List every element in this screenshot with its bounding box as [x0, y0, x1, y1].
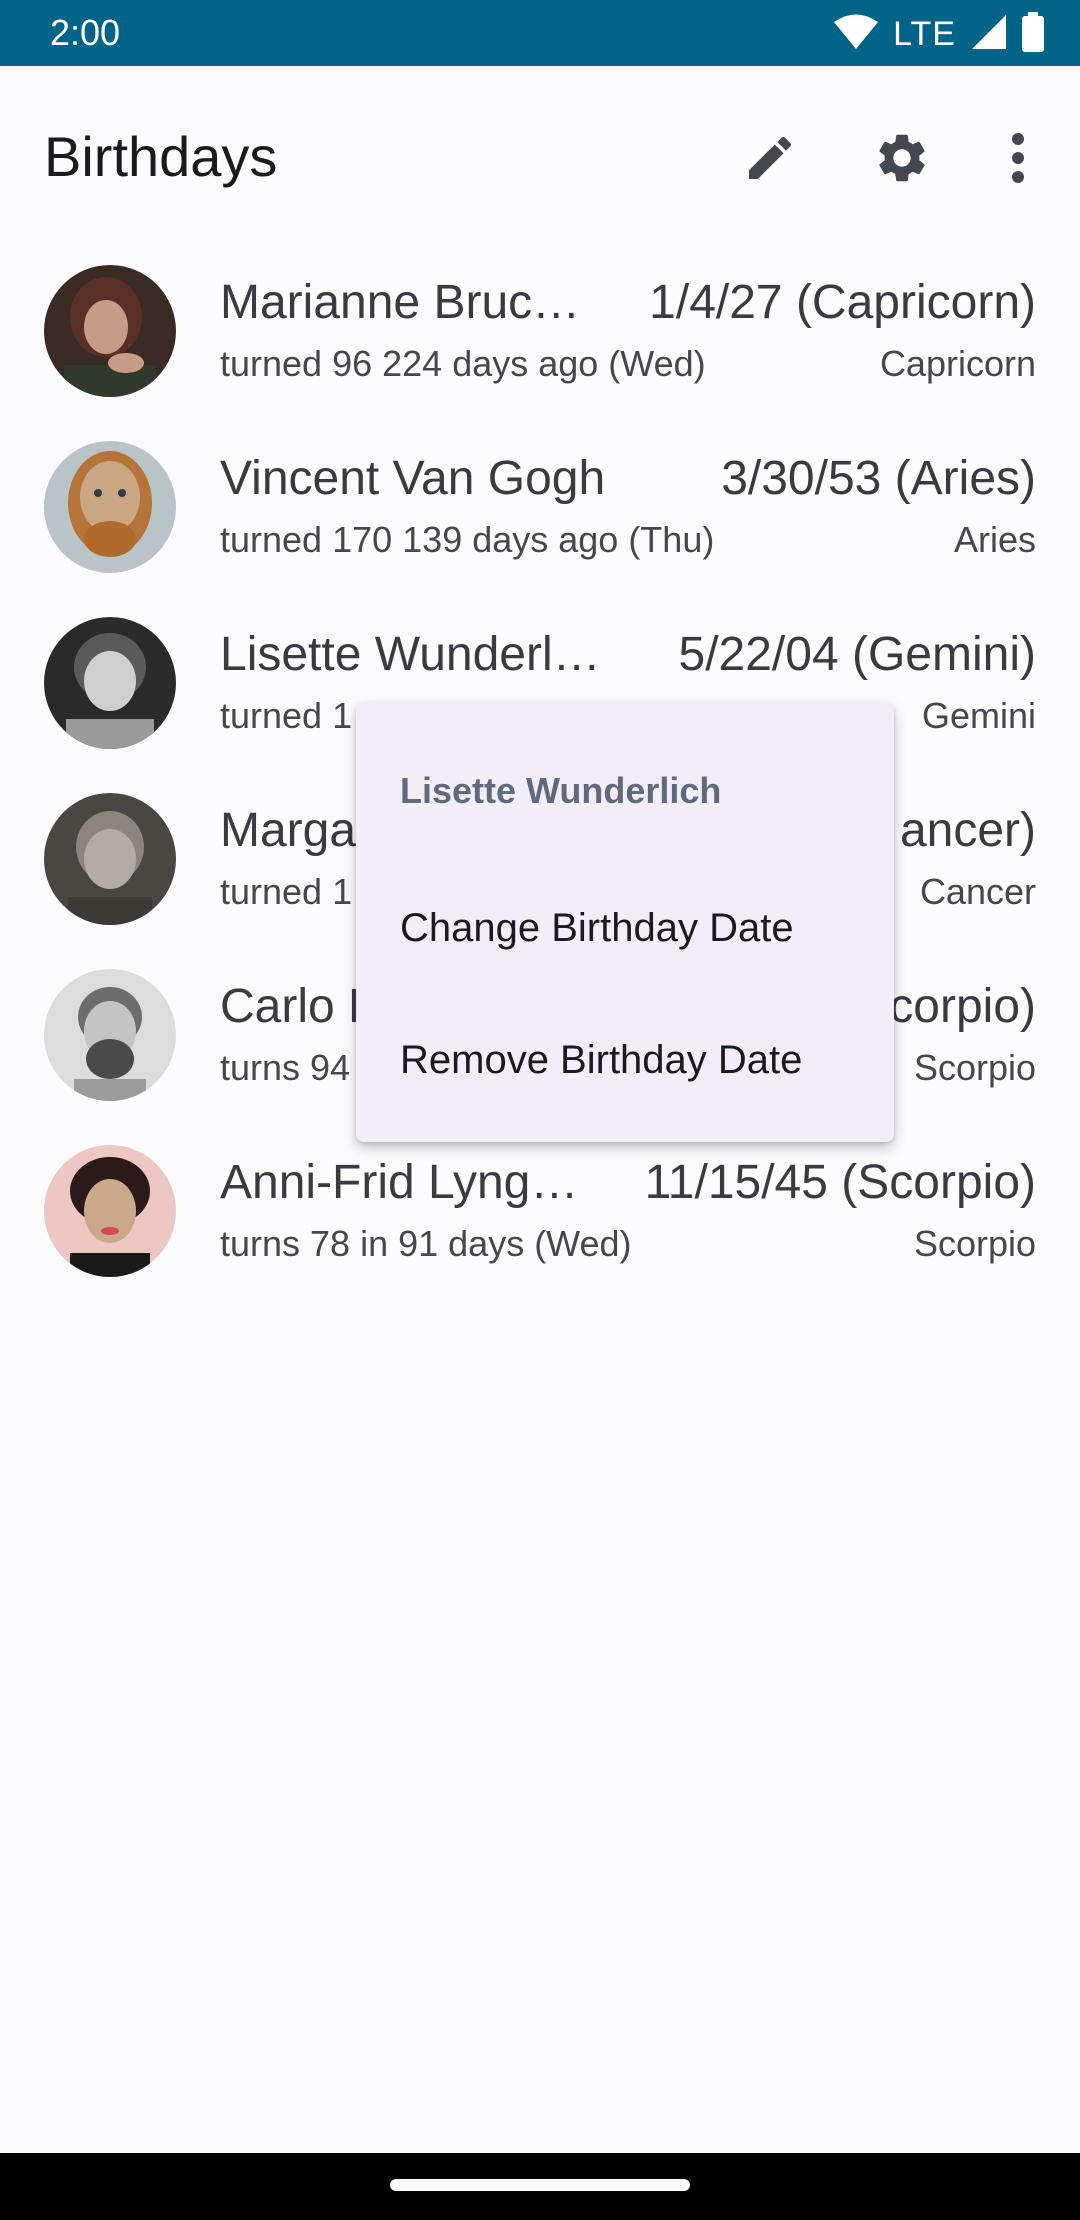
context-menu-title: Lisette Wunderlich	[400, 770, 722, 811]
zodiac-sign: Capricorn	[879, 343, 1036, 384]
birth-date: 5/22/04 (Gemini)	[678, 628, 1037, 681]
navigation-bar	[0, 2153, 1080, 2220]
avatar	[44, 969, 176, 1101]
birth-date: 1/4/27 (Capricorn)	[649, 276, 1036, 329]
more-vert-icon	[1011, 132, 1025, 189]
age-detail: turned 1	[220, 871, 353, 912]
age-detail: turned 96 224 days ago (Wed)	[220, 343, 706, 384]
birth-date: 11/15/45 (Scorpio)	[644, 1156, 1036, 1209]
person-name: Anni-Frid Lyng…	[220, 1156, 579, 1209]
status-bar: 2:00 LTE	[0, 0, 1080, 66]
more-options-button[interactable]	[978, 120, 1058, 200]
app-bar: Birthdays	[0, 66, 1080, 246]
age-detail: turns 78 in 91 days (Wed)	[220, 1223, 632, 1264]
change-birthday-date-item[interactable]: Change Birthday Date	[356, 862, 894, 994]
list-item[interactable]: Marianne Bruc… 1/4/27 (Capricorn) turned…	[0, 255, 1080, 431]
settings-button[interactable]	[862, 120, 942, 200]
battery-icon	[1022, 11, 1044, 57]
settings-icon	[873, 129, 931, 192]
avatar	[44, 265, 176, 397]
person-name: Marianne Bruc…	[220, 276, 581, 329]
zodiac-sign: Gemini	[921, 695, 1036, 736]
context-menu: Lisette Wunderlich Change Birthday Date …	[356, 702, 894, 1142]
age-detail: turns 94	[220, 1047, 351, 1088]
list-item[interactable]: Anni-Frid Lyng… 11/15/45 (Scorpio) turns…	[0, 1135, 1080, 1311]
zodiac-sign: Scorpio	[913, 1223, 1036, 1264]
page-title: Birthdays	[44, 125, 278, 188]
person-name: Vincent Van Gogh	[220, 452, 606, 505]
list-item[interactable]: Vincent Van Gogh 3/30/53 (Aries) turned …	[0, 431, 1080, 607]
birth-date: 3/30/53 (Aries)	[721, 452, 1036, 505]
status-time: 2:00	[50, 12, 121, 53]
zodiac-sign: Cancer	[919, 871, 1036, 912]
age-detail: turned 170 139 days ago (Thu)	[220, 519, 715, 560]
age-detail: turned 1	[220, 695, 353, 736]
remove-birthday-date-item[interactable]: Remove Birthday Date	[356, 994, 894, 1126]
avatar	[44, 617, 176, 749]
avatar	[44, 1145, 176, 1277]
signal-icon	[970, 13, 1008, 56]
avatar	[44, 441, 176, 573]
wifi-icon	[833, 13, 879, 56]
avatar	[44, 793, 176, 925]
zodiac-sign: Scorpio	[913, 1047, 1036, 1088]
edit-icon	[742, 130, 798, 191]
status-icons: LTE	[833, 11, 1044, 57]
network-type-label: LTE	[893, 14, 956, 53]
home-gesture-handle[interactable]	[390, 2179, 690, 2191]
edit-button[interactable]	[730, 120, 810, 200]
birth-date: ancer)	[899, 804, 1036, 857]
birth-date: corpio)	[889, 980, 1036, 1033]
menu-item-label: Remove Birthday Date	[400, 1037, 803, 1082]
menu-item-label: Change Birthday Date	[400, 905, 794, 950]
zodiac-sign: Aries	[953, 519, 1036, 560]
person-name: Lisette Wunderli…	[220, 628, 610, 681]
